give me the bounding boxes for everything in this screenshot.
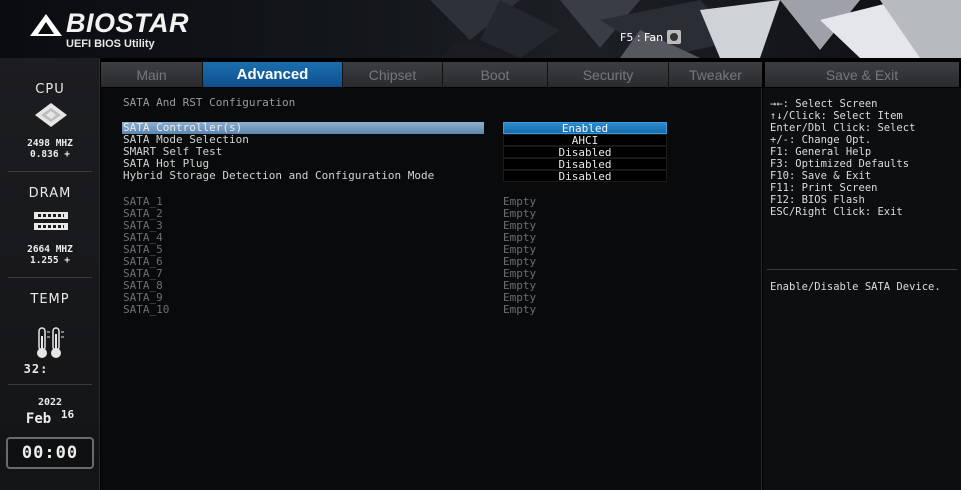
sata-port-row: SATA_10 Empty bbox=[123, 304, 743, 316]
setting-value-dropdown[interactable]: Disabled bbox=[503, 146, 667, 158]
setting-value-dropdown[interactable]: Disabled bbox=[503, 158, 667, 170]
help-key-line: ↑↓/Click: Select Item bbox=[770, 110, 903, 122]
fan-hotkey[interactable]: F5 : Fan bbox=[620, 28, 682, 46]
setting-description: Enable/Disable SATA Device. bbox=[770, 281, 941, 293]
dram-title: DRAM bbox=[28, 186, 72, 201]
port-status: Empty bbox=[503, 303, 537, 316]
setting-row-smart-self-test[interactable]: SMART Self Test Disabled bbox=[123, 146, 743, 158]
help-key-line: →←: Select Screen bbox=[770, 98, 878, 110]
help-key-line: F12: BIOS Flash bbox=[770, 194, 865, 206]
clock-display: 00:00 bbox=[6, 437, 94, 469]
sata-port-row: SATA_3 Empty bbox=[123, 220, 743, 232]
setting-value-dropdown[interactable]: Enabled bbox=[503, 122, 667, 134]
cpu-title: CPU bbox=[35, 82, 65, 97]
cpu-chip-icon bbox=[35, 103, 67, 127]
tab-tweaker[interactable]: Tweaker bbox=[669, 62, 762, 87]
help-key-line: Enter/Dbl Click: Select bbox=[770, 122, 916, 134]
brand-subtitle: UEFI BIOS Utility bbox=[66, 38, 155, 50]
dram-voltage: 1.255 + bbox=[29, 255, 71, 266]
tab-chipset[interactable]: Chipset bbox=[343, 62, 443, 87]
setting-value-dropdown[interactable]: Disabled bbox=[503, 170, 667, 182]
sata-port-row: SATA_6 Empty bbox=[123, 256, 743, 268]
tab-security[interactable]: Security bbox=[548, 62, 669, 87]
help-panel: →←: Select Screen ↑↓/Click: Select Item … bbox=[763, 88, 961, 490]
port-label: SATA_10 bbox=[123, 303, 170, 316]
divider bbox=[8, 384, 92, 385]
hardware-monitor-sidebar: CPU 2498 MHZ 0.836 + DRAM 2664 MHZ 1.255… bbox=[0, 58, 100, 490]
help-divider bbox=[767, 269, 957, 270]
date-month-day: Feb 16 bbox=[0, 408, 100, 427]
help-key-line: ESC/Right Click: Exit bbox=[770, 206, 903, 218]
sata-port-row: SATA_5 Empty bbox=[123, 244, 743, 256]
sata-port-row: SATA_2 Empty bbox=[123, 208, 743, 220]
temperature-value: 32: bbox=[23, 362, 49, 376]
dram-frequency: 2664 MHZ bbox=[27, 244, 73, 255]
setting-label: Hybrid Storage Detection and Configurati… bbox=[123, 169, 435, 182]
tab-advanced[interactable]: Advanced bbox=[203, 62, 343, 87]
thermometer-icon bbox=[37, 327, 64, 358]
date-year: 2022 bbox=[37, 397, 63, 408]
tab-save-exit[interactable]: Save & Exit bbox=[765, 62, 959, 87]
help-key-line: +/-: Change Opt. bbox=[770, 134, 872, 146]
divider bbox=[8, 277, 92, 278]
sata-port-row: SATA_4 Empty bbox=[123, 232, 743, 244]
fan-hint-label: F5 : Fan bbox=[620, 30, 664, 44]
biostar-logo-icon bbox=[30, 14, 62, 36]
sata-port-row: SATA_1 Empty bbox=[123, 196, 743, 208]
temp-title: TEMP bbox=[30, 292, 70, 307]
setting-value-dropdown[interactable]: AHCI bbox=[503, 134, 667, 146]
sata-port-row: SATA_8 Empty bbox=[123, 280, 743, 292]
tab-boot[interactable]: Boot bbox=[443, 62, 548, 87]
sata-port-row: SATA_9 Empty bbox=[123, 292, 743, 304]
divider bbox=[8, 171, 92, 172]
header-banner: BIOSTAR UEFI BIOS Utility F5 : Fan bbox=[0, 0, 961, 58]
date-day: 16 bbox=[60, 408, 75, 421]
settings-panel: SATA And RST Configuration SATA Controll… bbox=[101, 88, 762, 490]
cpu-voltage: 0.836 + bbox=[29, 149, 71, 160]
sata-port-row: SATA_7 Empty bbox=[123, 268, 743, 280]
biostar-logo: BIOSTAR UEFI BIOS Utility bbox=[30, 8, 200, 52]
menu-tab-bar: Main Advanced Chipset Boot Security Twea… bbox=[101, 62, 762, 87]
help-key-line: F1: General Help bbox=[770, 146, 872, 158]
help-key-line: F10: Save & Exit bbox=[770, 170, 872, 182]
dram-module-icon bbox=[34, 212, 68, 219]
help-key-line: F11: Print Screen bbox=[770, 182, 878, 194]
tab-main[interactable]: Main bbox=[101, 62, 203, 87]
fan-icon bbox=[667, 30, 682, 44]
setting-row-hybrid-storage[interactable]: Hybrid Storage Detection and Configurati… bbox=[123, 170, 743, 182]
section-title: SATA And RST Configuration bbox=[123, 96, 296, 109]
date-month: Feb bbox=[25, 411, 52, 427]
help-key-line: F3: Optimized Defaults bbox=[770, 158, 910, 170]
dram-module-icon bbox=[34, 223, 68, 230]
brand-name: BIOSTAR bbox=[66, 8, 189, 38]
cpu-frequency: 2498 MHZ bbox=[27, 138, 73, 149]
